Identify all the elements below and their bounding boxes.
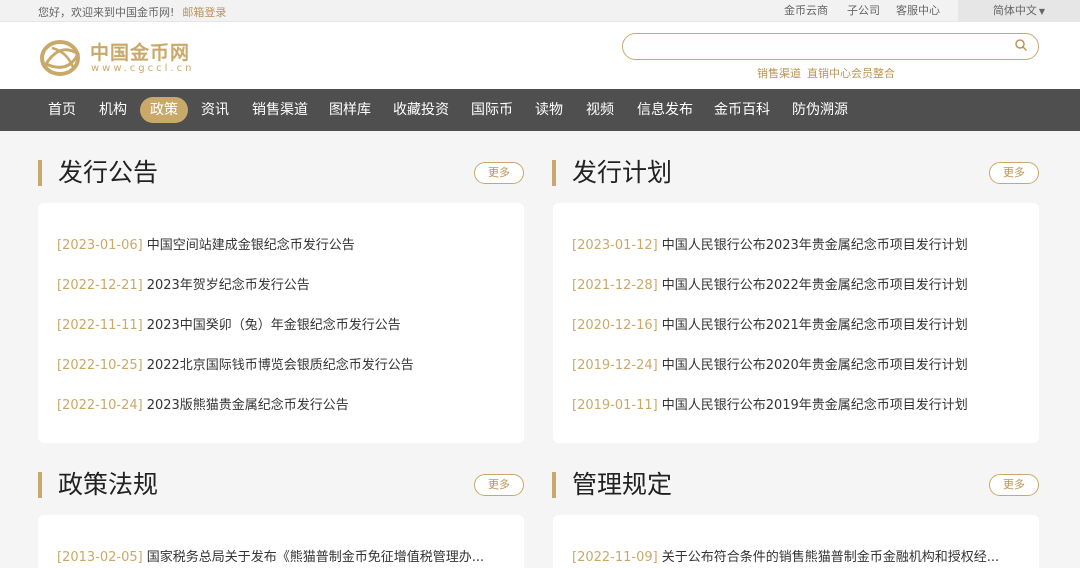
- greeting: 您好，欢迎来到中国金币网! 邮箱登录: [38, 4, 226, 20]
- nav-item-collection[interactable]: 收藏投资: [393, 89, 449, 131]
- nav-item-sales-channel[interactable]: 销售渠道: [252, 89, 308, 131]
- more-button-policy-regulations[interactable]: 更多: [474, 474, 524, 496]
- list-item[interactable]: [2022-10-24] 2023版熊猫贵金属纪念币发行公告: [57, 394, 349, 413]
- card-management-rules: [2022-11-09] 关于公布符合条件的销售熊猫普制金币金融机构和授权经...: [553, 515, 1039, 568]
- nav-item-policy[interactable]: 政策: [140, 97, 188, 123]
- card-issue-plan: [2023-01-12] 中国人民银行公布2023年贵金属纪念币项目发行计划 [2…: [553, 203, 1039, 443]
- search-hotlinks: 销售渠道 直销中心会员整合: [757, 65, 901, 81]
- section-title-issue-plan: 发行计划: [552, 160, 672, 186]
- list-item[interactable]: [2022-10-25] 2022北京国际钱币博览会银质纪念币发行公告: [57, 354, 414, 373]
- top-link-customer-service[interactable]: 客服中心: [896, 0, 940, 21]
- nav-item-international[interactable]: 国际币: [471, 89, 513, 131]
- nav-item-institutions[interactable]: 机构: [99, 89, 127, 131]
- more-button-issue-plan[interactable]: 更多: [989, 162, 1039, 184]
- list-item[interactable]: [2021-12-28] 中国人民银行公布2022年贵金属纪念币项目发行计划: [572, 274, 968, 293]
- more-button-issue-notice[interactable]: 更多: [474, 162, 524, 184]
- top-link-gold-mall[interactable]: 金币云商: [784, 0, 828, 21]
- more-button-management-rules[interactable]: 更多: [989, 474, 1039, 496]
- list-item[interactable]: [2022-12-21] 2023年贺岁纪念币发行公告: [57, 274, 310, 293]
- language-label: 简体中文: [992, 4, 1037, 17]
- nav-item-design-library[interactable]: 图样库: [329, 89, 371, 131]
- greeting-text: 您好，欢迎来到中国金币网!: [38, 6, 175, 19]
- list-item[interactable]: [2022-11-09] 关于公布符合条件的销售熊猫普制金币金融机构和授权经...: [572, 546, 999, 565]
- nav-item-news[interactable]: 资讯: [201, 89, 229, 131]
- hotlink-member[interactable]: 直销中心会员整合: [807, 67, 895, 80]
- nav-item-home[interactable]: 首页: [48, 89, 76, 131]
- list-item[interactable]: [2019-01-11] 中国人民银行公布2019年贵金属纪念币项目发行计划: [572, 394, 968, 413]
- nav-item-publications[interactable]: 读物: [535, 89, 563, 131]
- nav-item-info-release[interactable]: 信息发布: [637, 89, 693, 131]
- hotlink-sales-channel[interactable]: 销售渠道: [757, 67, 801, 80]
- mail-login-link[interactable]: 邮箱登录: [182, 6, 226, 19]
- section-title-policy-regulations: 政策法规: [38, 472, 158, 498]
- list-item[interactable]: [2019-12-24] 中国人民银行公布2020年贵金属纪念币项目发行计划: [572, 354, 968, 373]
- card-policy-regulations: [2013-02-05] 国家税务总局关于发布《熊猫普制金币免征增值税管理办...: [38, 515, 524, 568]
- top-link-subsidiary[interactable]: 子公司: [847, 0, 880, 21]
- card-issue-notice: [2023-01-06] 中国空间站建成金银纪念币发行公告 [2022-12-21…: [38, 203, 524, 443]
- logo-url: www.cgccl.cn: [91, 63, 195, 74]
- list-item[interactable]: [2022-11-11] 2023中国癸卯（兔）年金银纪念币发行公告: [57, 314, 401, 333]
- caret-down-icon: ▼: [1038, 7, 1046, 16]
- top-bar: 您好，欢迎来到中国金币网! 邮箱登录 金币云商 子公司 客服中心 简体中文 ▼: [0, 0, 1080, 22]
- site-header: 中国金币网 www.cgccl.cn 销售渠道 直销中心会员整合: [0, 22, 1080, 89]
- main-nav: 首页 机构 政策 资讯 销售渠道 图样库 收藏投资 国际币 读物 视频 信息发布…: [0, 89, 1080, 131]
- list-item[interactable]: [2013-02-05] 国家税务总局关于发布《熊猫普制金币免征增值税管理办...: [57, 546, 484, 565]
- list-item[interactable]: [2020-12-16] 中国人民银行公布2021年贵金属纪念币项目发行计划: [572, 314, 968, 333]
- logo-name: 中国金币网: [90, 42, 191, 64]
- search-icon[interactable]: [1014, 38, 1028, 52]
- nav-item-anti-counterfeit[interactable]: 防伪溯源: [792, 89, 848, 131]
- search-box[interactable]: [622, 33, 1039, 60]
- nav-item-video[interactable]: 视频: [586, 89, 614, 131]
- list-item[interactable]: [2023-01-12] 中国人民银行公布2023年贵金属纪念币项目发行计划: [572, 234, 968, 253]
- section-title-issue-notice: 发行公告: [38, 160, 158, 186]
- language-selector[interactable]: 简体中文 ▼: [958, 0, 1080, 22]
- section-title-management-rules: 管理规定: [552, 472, 672, 498]
- list-item[interactable]: [2023-01-06] 中国空间站建成金银纪念币发行公告: [57, 234, 355, 253]
- nav-item-encyclopedia[interactable]: 金币百科: [714, 89, 770, 131]
